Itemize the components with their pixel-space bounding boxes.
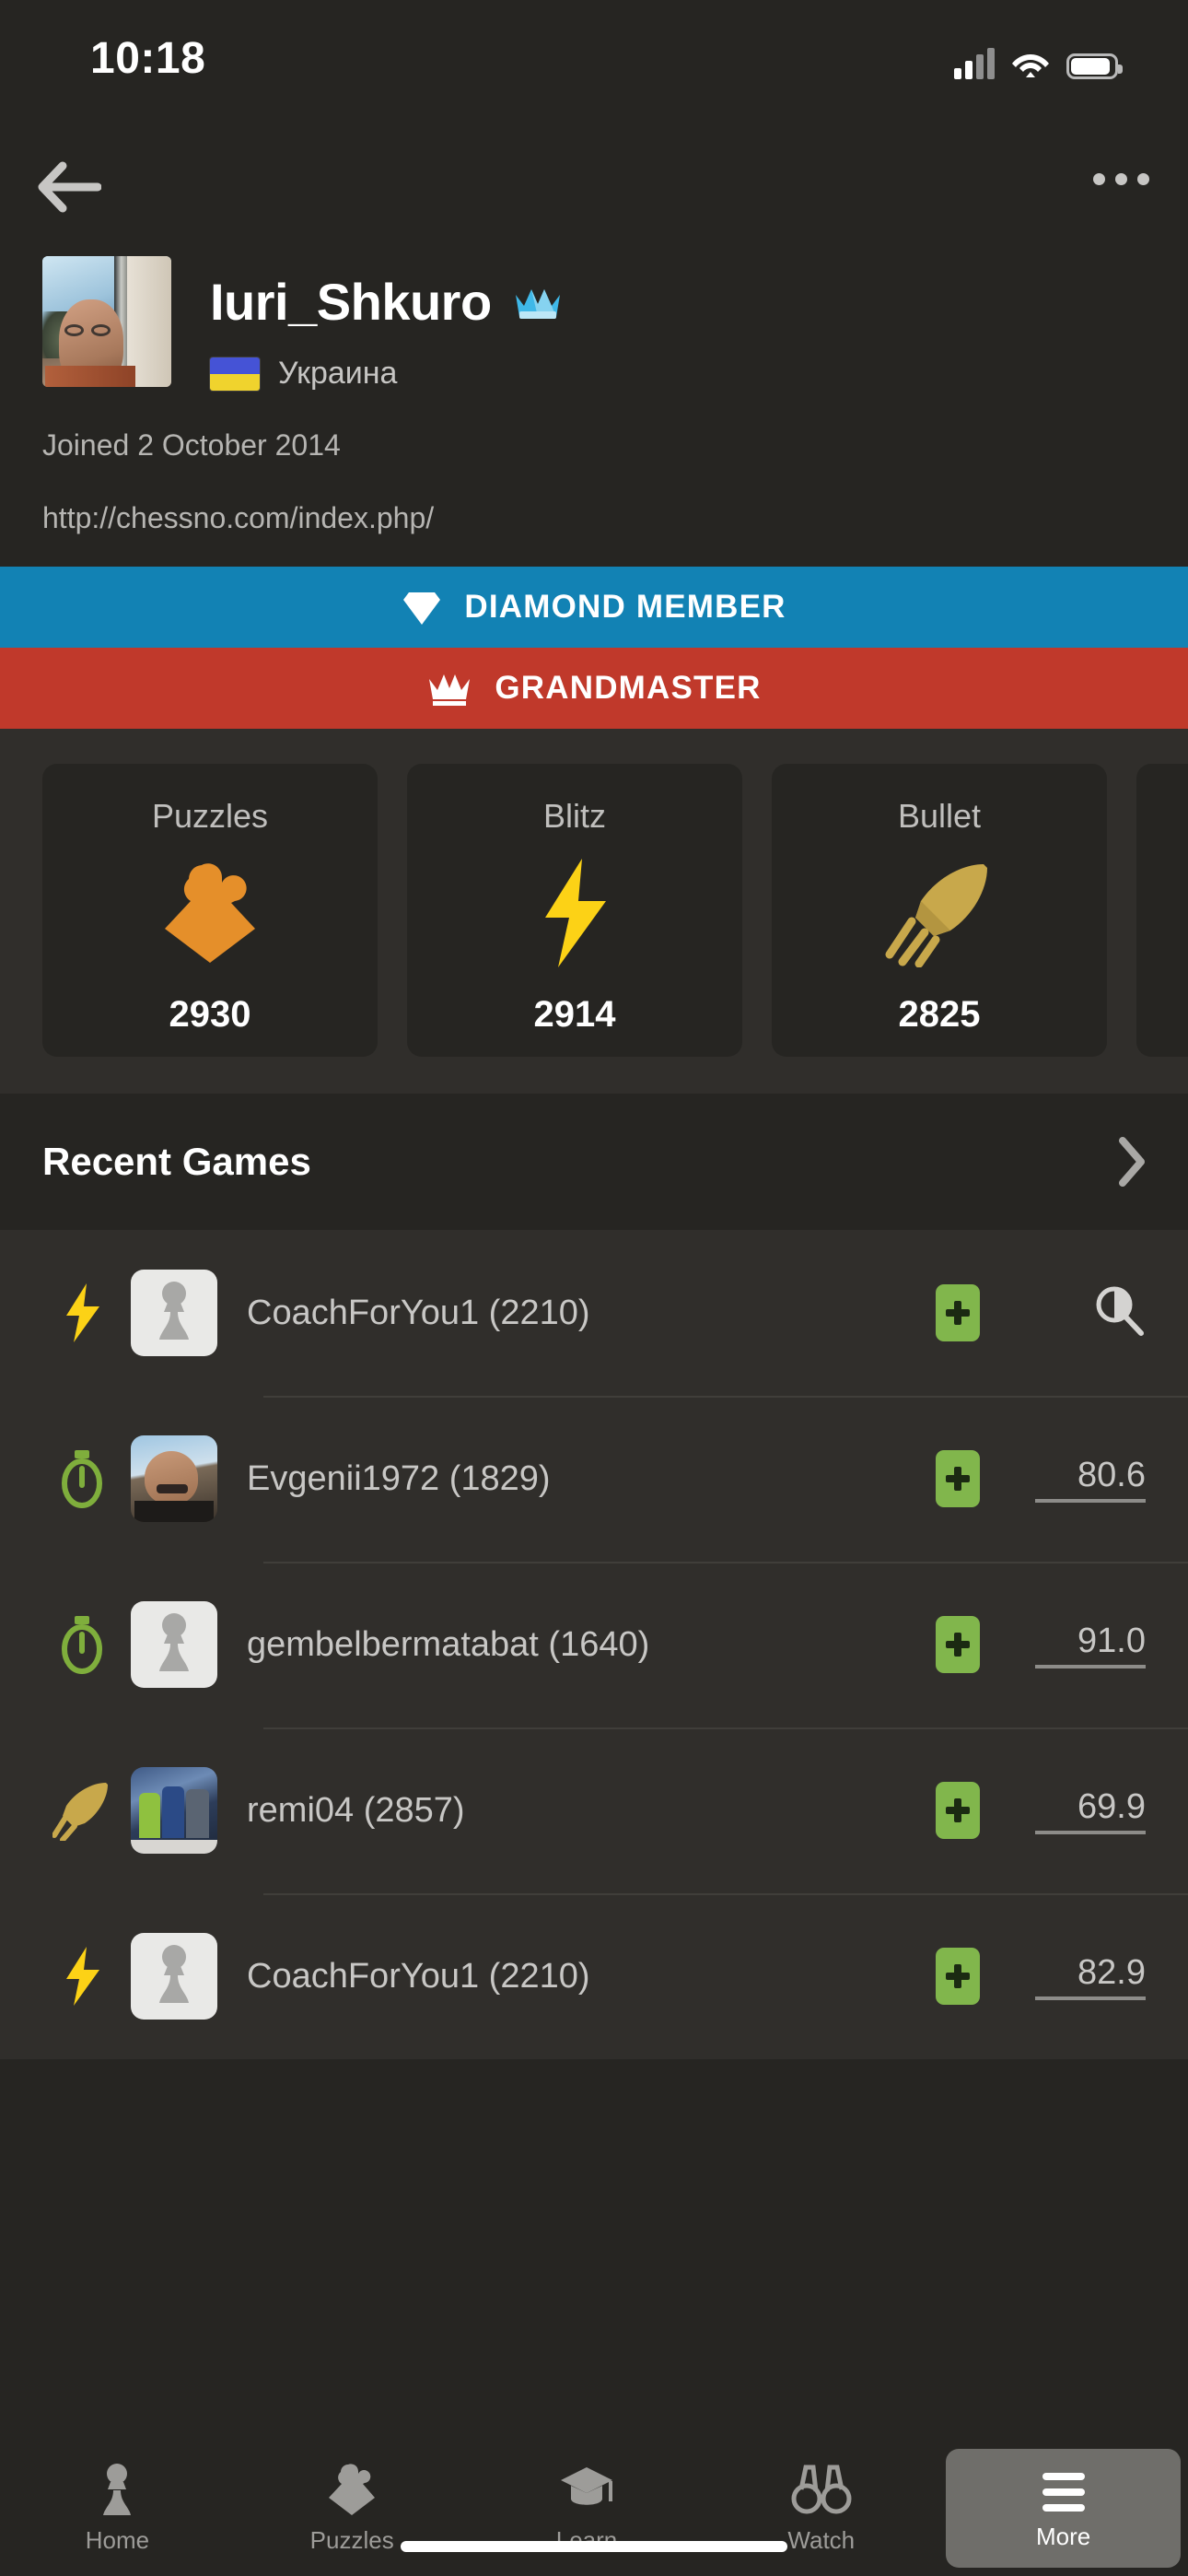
diamond-member-label: DIAMOND MEMBER	[464, 589, 786, 625]
status-bar-indicators	[954, 39, 1123, 79]
accuracy-value[interactable]: 69.9	[1035, 1787, 1146, 1834]
overflow-menu-icon[interactable]	[1093, 173, 1149, 185]
accuracy-value[interactable]: 80.6	[1035, 1456, 1146, 1503]
table-row[interactable]: remi04 (2857) 69.9	[0, 1727, 1188, 1893]
crown-icon	[429, 674, 471, 706]
home-indicator	[401, 2541, 787, 2552]
graduation-cap-icon	[560, 2467, 612, 2505]
rocket-icon	[884, 852, 995, 974]
wifi-icon	[1012, 54, 1049, 77]
recent-games-list: CoachForYou1 (2210) Evgenii1972 (1829) 8…	[0, 1230, 1188, 2059]
opponent-photo-avatar[interactable]	[131, 1435, 217, 1522]
ukraine-flag-icon	[210, 357, 260, 391]
opponent-name: Evgenii1972 (1829)	[247, 1458, 551, 1498]
table-row[interactable]: gembelbermatabat (1640) 91.0	[0, 1562, 1188, 1727]
blue-crown-icon	[515, 289, 560, 319]
lightning-bolt-icon	[42, 1282, 122, 1343]
status-bar: 10:18	[0, 0, 1188, 138]
avatar[interactable]	[42, 256, 171, 387]
recent-games-title: Recent Games	[42, 1140, 311, 1183]
tab-home[interactable]: Home	[0, 2449, 235, 2555]
opponent-photo-avatar[interactable]	[131, 1767, 217, 1854]
add-friend-icon[interactable]	[936, 1284, 980, 1341]
stopwatch-icon	[42, 1448, 122, 1509]
puzzle-piece-icon	[159, 852, 261, 974]
tab-watch[interactable]: Watch	[704, 2449, 938, 2555]
stat-value: 2914	[533, 994, 616, 1035]
add-friend-icon[interactable]	[936, 1450, 980, 1507]
stat-label: Blitz	[542, 797, 606, 835]
country-row: Украина	[210, 356, 564, 392]
stat-card-puzzles[interactable]: Puzzles 2930	[42, 764, 378, 1057]
opponent-name: gembelbermatabat (1640)	[247, 1624, 650, 1664]
game-review-magnifier-icon[interactable]	[1035, 1284, 1146, 1341]
stat-card-blitz[interactable]: Blitz 2914	[407, 764, 742, 1057]
tab-label: More	[1035, 2523, 1091, 2550]
pawn-placeholder-avatar[interactable]	[131, 1601, 217, 1688]
tab-more[interactable]: More	[946, 2449, 1181, 2568]
chevron-right-icon[interactable]	[1118, 1137, 1146, 1187]
navigation-bar	[0, 138, 1188, 240]
pawn-icon	[103, 2464, 132, 2515]
diamond-icon	[403, 592, 441, 625]
stat-label: Puzzles	[151, 797, 269, 835]
add-friend-icon[interactable]	[936, 1616, 980, 1673]
stat-value: 2825	[898, 994, 981, 1035]
joined-date: Joined 2 October 2014	[42, 428, 341, 462]
add-friend-icon[interactable]	[936, 1948, 980, 2005]
grandmaster-banner[interactable]: GRANDMASTER	[0, 648, 1188, 729]
hamburger-menu-icon	[1042, 2473, 1085, 2512]
recent-games-header[interactable]: Recent Games	[0, 1094, 1188, 1230]
table-row[interactable]: CoachForYou1 (2210)	[0, 1230, 1188, 1396]
battery-icon	[1066, 53, 1123, 79]
tab-label: Watch	[787, 2526, 856, 2554]
stopwatch-icon	[42, 1614, 122, 1675]
diamond-member-banner[interactable]: DIAMOND MEMBER	[0, 567, 1188, 648]
accuracy-value[interactable]: 82.9	[1035, 1953, 1146, 2000]
page-title: Iuri_Shkuro	[210, 273, 492, 331]
cellular-signal-icon	[954, 48, 995, 79]
tab-label: Puzzles	[309, 2526, 394, 2554]
table-row[interactable]: CoachForYou1 (2210) 82.9	[0, 1893, 1188, 2059]
opponent-name: remi04 (2857)	[247, 1790, 465, 1830]
stat-label: Bullet	[897, 797, 982, 835]
opponent-name: CoachForYou1 (2210)	[247, 1956, 590, 1996]
opponent-name: CoachForYou1 (2210)	[247, 1293, 590, 1332]
stat-card-next-partial[interactable]	[1136, 764, 1188, 1057]
puzzle-piece-icon	[329, 2464, 376, 2515]
tab-label: Home	[85, 2526, 150, 2554]
pawn-placeholder-avatar[interactable]	[131, 1270, 217, 1356]
add-friend-icon[interactable]	[936, 1782, 980, 1839]
lightning-bolt-icon	[42, 1946, 122, 2007]
rocket-icon	[42, 1780, 122, 1841]
binoculars-icon	[791, 2465, 852, 2514]
accuracy-value[interactable]: 91.0	[1035, 1622, 1146, 1669]
grandmaster-label: GRANDMASTER	[495, 670, 762, 706]
country-label: Украина	[278, 356, 398, 391]
pawn-placeholder-avatar[interactable]	[131, 1933, 217, 2020]
bottom-tab-bar: Home Puzzles Learn Watch More	[0, 2436, 1188, 2576]
status-bar-clock: 10:18	[90, 34, 206, 83]
username-row: Iuri_Shkuro	[210, 276, 564, 328]
back-arrow-icon[interactable]	[35, 158, 101, 219]
table-row[interactable]: Evgenii1972 (1829) 80.6	[0, 1396, 1188, 1562]
lightning-bolt-icon	[538, 852, 611, 974]
stat-value: 2930	[169, 994, 251, 1035]
stat-card-bullet[interactable]: Bullet 2825	[772, 764, 1107, 1057]
rating-stats-strip: Puzzles 2930 Blitz 2914 Bullet 2825	[0, 729, 1188, 1094]
profile-website-link[interactable]: http://chessno.com/index.php/	[42, 501, 1146, 535]
tab-learn[interactable]: Learn	[470, 2449, 705, 2555]
tab-puzzles[interactable]: Puzzles	[235, 2449, 470, 2555]
profile-header: Iuri_Shkuro Украина Joined 2 October 201…	[0, 240, 1188, 567]
